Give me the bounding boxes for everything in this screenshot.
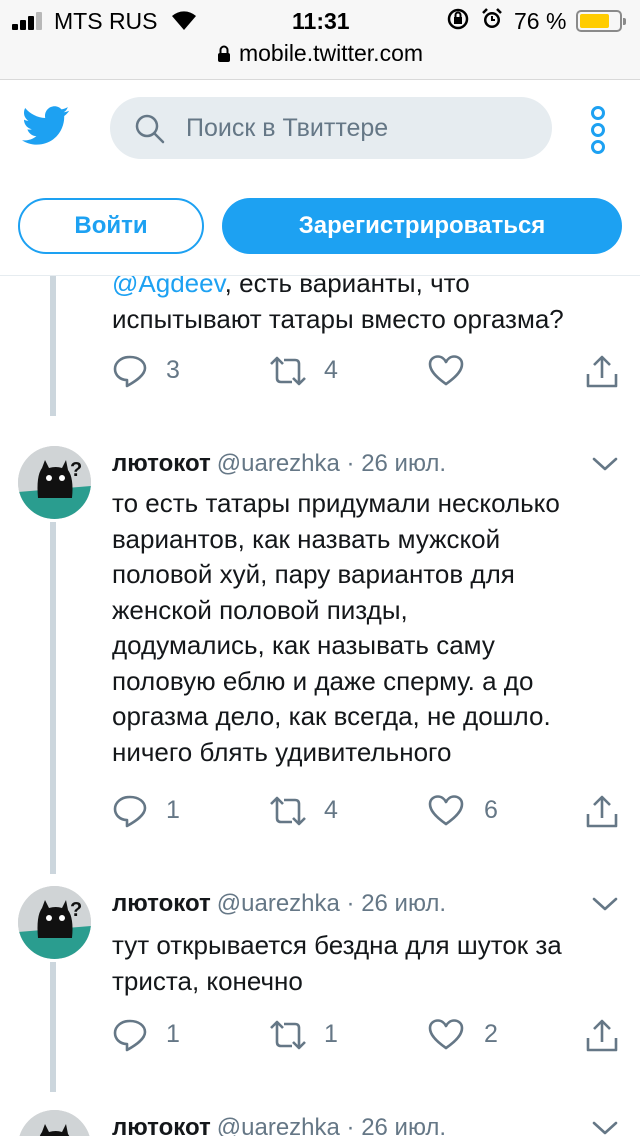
tweet-line: триста, конечно [112, 965, 303, 996]
reply-icon [113, 355, 147, 388]
retweet-icon [270, 1020, 306, 1050]
handle-and-date: @uarezhka · 26 июл. [216, 450, 447, 477]
display-name: лютокот [112, 1114, 211, 1136]
thread-line [50, 276, 56, 416]
tweet-text: то есть татары придумали несколько вариа… [112, 486, 628, 770]
share-icon [586, 795, 618, 828]
display-name: лютокот [112, 890, 211, 917]
tweet-line: додумались, как называть саму [112, 630, 495, 660]
reply-count: 3 [166, 356, 180, 384]
tweet-line: то есть татары придумали несколько [112, 488, 560, 518]
search-placeholder: Поиск в Твиттере [186, 114, 389, 142]
heart-icon [428, 795, 464, 826]
retweet-icon [270, 796, 306, 826]
browser-chrome: MTS RUS 11:31 76 % mobile.twitter.com [0, 0, 640, 80]
chevron-down-icon[interactable] [592, 456, 618, 472]
thread-line [50, 962, 56, 1092]
tweet-line: женской половой пизды, [112, 594, 408, 625]
twitter-bird-icon[interactable] [22, 106, 70, 146]
tweet-line: вариантов, как назвать мужской [112, 523, 501, 554]
reply-count: 1 [166, 1020, 180, 1048]
signup-button[interactable]: Зарегистрироваться [222, 198, 622, 254]
tweet-actions: 1 4 6 [112, 792, 628, 832]
reply-icon [113, 1019, 147, 1052]
mention-link[interactable]: @Agdeev [112, 276, 225, 298]
tweet-text-part: испытывают татары вместо оргазма? [112, 303, 564, 334]
handle-and-date: @uarezhka · 26 июл. [216, 1114, 447, 1136]
handle-and-date: @uarezhka · 26 июл. [216, 890, 447, 917]
chevron-down-icon[interactable] [592, 1120, 618, 1136]
tweet-author[interactable]: лютокот @uarezhka · 26 июл. [112, 1114, 446, 1136]
retweet-count: 4 [324, 796, 338, 824]
tweet-actions: 1 1 2 [112, 1016, 628, 1056]
avatar[interactable] [18, 1110, 91, 1136]
tweet-line: ничего блять удивительного [112, 736, 452, 767]
battery-percent: 76 % [514, 8, 567, 34]
thread-line [50, 522, 56, 874]
search-icon [135, 114, 165, 144]
tweet-text-part: , есть варианты, что [224, 276, 470, 298]
address-bar[interactable]: mobile.twitter.com [0, 40, 640, 67]
avatar[interactable]: ? [18, 886, 91, 959]
tweet-actions: 3 4 [112, 352, 628, 392]
alarm-icon [482, 8, 502, 28]
tweet-text: @Agdeev, есть варианты, что испытывают т… [112, 276, 628, 337]
twitter-header: Поиск в Твиттере Войти Зарегистрироватьс… [0, 80, 640, 276]
reply-icon [113, 795, 147, 828]
avatar-image [18, 1110, 91, 1136]
chevron-down-icon[interactable] [592, 896, 618, 912]
retweet-icon [270, 356, 306, 386]
tweet-line: тут открывается бездна для шуток за [112, 930, 562, 960]
tweet-line: половой хуй, пару вариантов для [112, 559, 515, 589]
battery-fill [580, 14, 609, 28]
carrier-name: MTS RUS [54, 8, 158, 34]
heart-icon [428, 355, 464, 386]
more-vertical-icon[interactable] [586, 106, 610, 154]
clock: 11:31 [292, 8, 350, 34]
svg-text:?: ? [70, 459, 82, 481]
share-icon [586, 1019, 618, 1052]
signal-icon [12, 12, 48, 30]
battery-icon [576, 10, 626, 32]
tweet-author[interactable]: лютокот @uarezhka · 26 июл. [112, 450, 446, 478]
tweet-thread: @Agdeev, есть варианты, что испытывают т… [0, 276, 640, 1136]
tweet-line: оргазма дело, как всегда, не дошло. [112, 701, 551, 731]
avatar[interactable]: ? [18, 446, 91, 519]
tweet-text: тут открывается бездна для шуток за трис… [112, 928, 628, 999]
tweet-author[interactable]: лютокот @uarezhka · 26 июл. [112, 890, 446, 918]
heart-icon [428, 1019, 464, 1050]
login-button[interactable]: Войти [18, 198, 204, 254]
avatar-image: ? [18, 886, 91, 959]
orientation-lock-icon [447, 8, 469, 30]
wifi-icon [172, 11, 196, 30]
lock-icon [217, 45, 230, 62]
search-input[interactable]: Поиск в Твиттере [110, 97, 552, 159]
share-icon [586, 355, 618, 388]
tweet-line: половую еблю и даже сперму. а до [112, 665, 534, 696]
like-count: 2 [484, 1020, 498, 1048]
retweet-count: 1 [324, 1020, 338, 1048]
svg-text:?: ? [70, 899, 82, 921]
avatar-image: ? [18, 446, 91, 519]
display-name: лютокот [112, 450, 211, 477]
url-text: mobile.twitter.com [238, 40, 424, 66]
reply-count: 1 [166, 796, 180, 824]
like-count: 6 [484, 796, 498, 824]
status-bar: MTS RUS 11:31 76 % [0, 0, 640, 40]
retweet-count: 4 [324, 356, 338, 384]
